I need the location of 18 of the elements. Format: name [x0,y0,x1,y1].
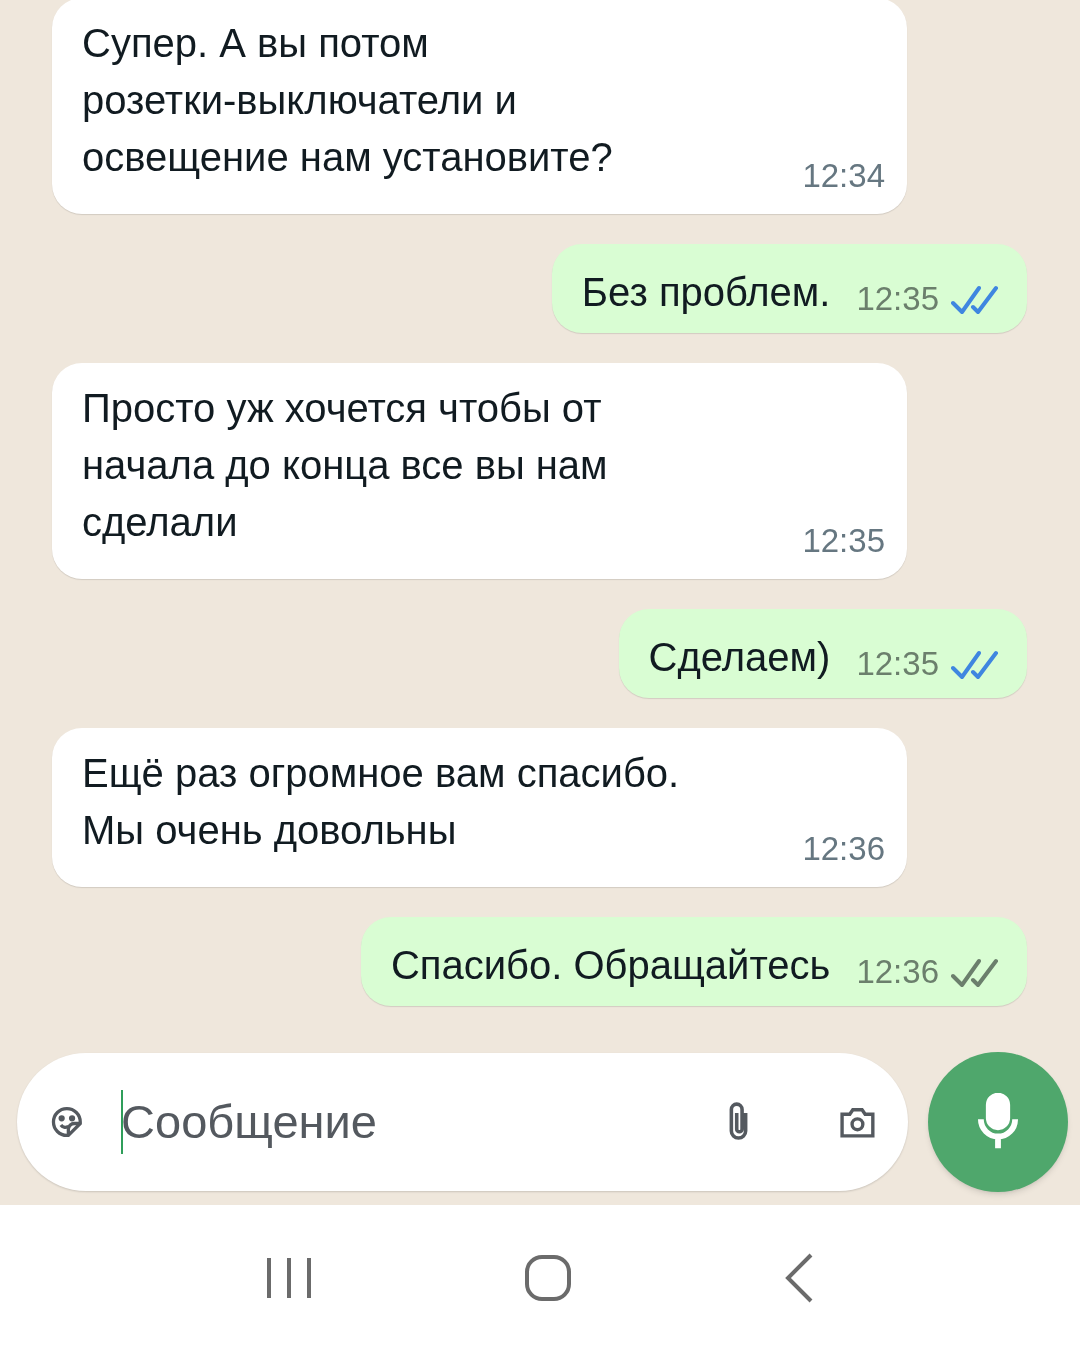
message-text: Ещё раз огромное вам спасибо. Мы очень довольны [82,750,681,854]
message-time: 12:34 [802,155,885,196]
message-input[interactable]: Сообщение [121,1086,727,1158]
microphone-icon [976,1093,1020,1151]
message-text: Без проблем. [581,269,831,316]
message-text: Сделаем) [648,634,831,681]
message-time: 12:36 [856,951,939,992]
message-time: 12:35 [856,278,939,319]
message-text: Супер. А вы потом розетки-выключатели и освещение нам установите? [82,20,614,181]
message-input-field[interactable]: Сообщение [17,1053,908,1191]
message-time: 12:35 [856,643,939,684]
message-time: 12:36 [802,828,885,869]
home-icon[interactable] [524,1253,572,1302]
recent-apps-icon[interactable] [266,1255,312,1300]
message-text: Спасибо. Обращайтесь [390,942,831,989]
message-time: 12:35 [802,520,885,561]
back-icon[interactable] [784,1252,814,1303]
message-text: Просто уж хочется чтобы от начала до конца все вы нам сделали [82,385,609,546]
